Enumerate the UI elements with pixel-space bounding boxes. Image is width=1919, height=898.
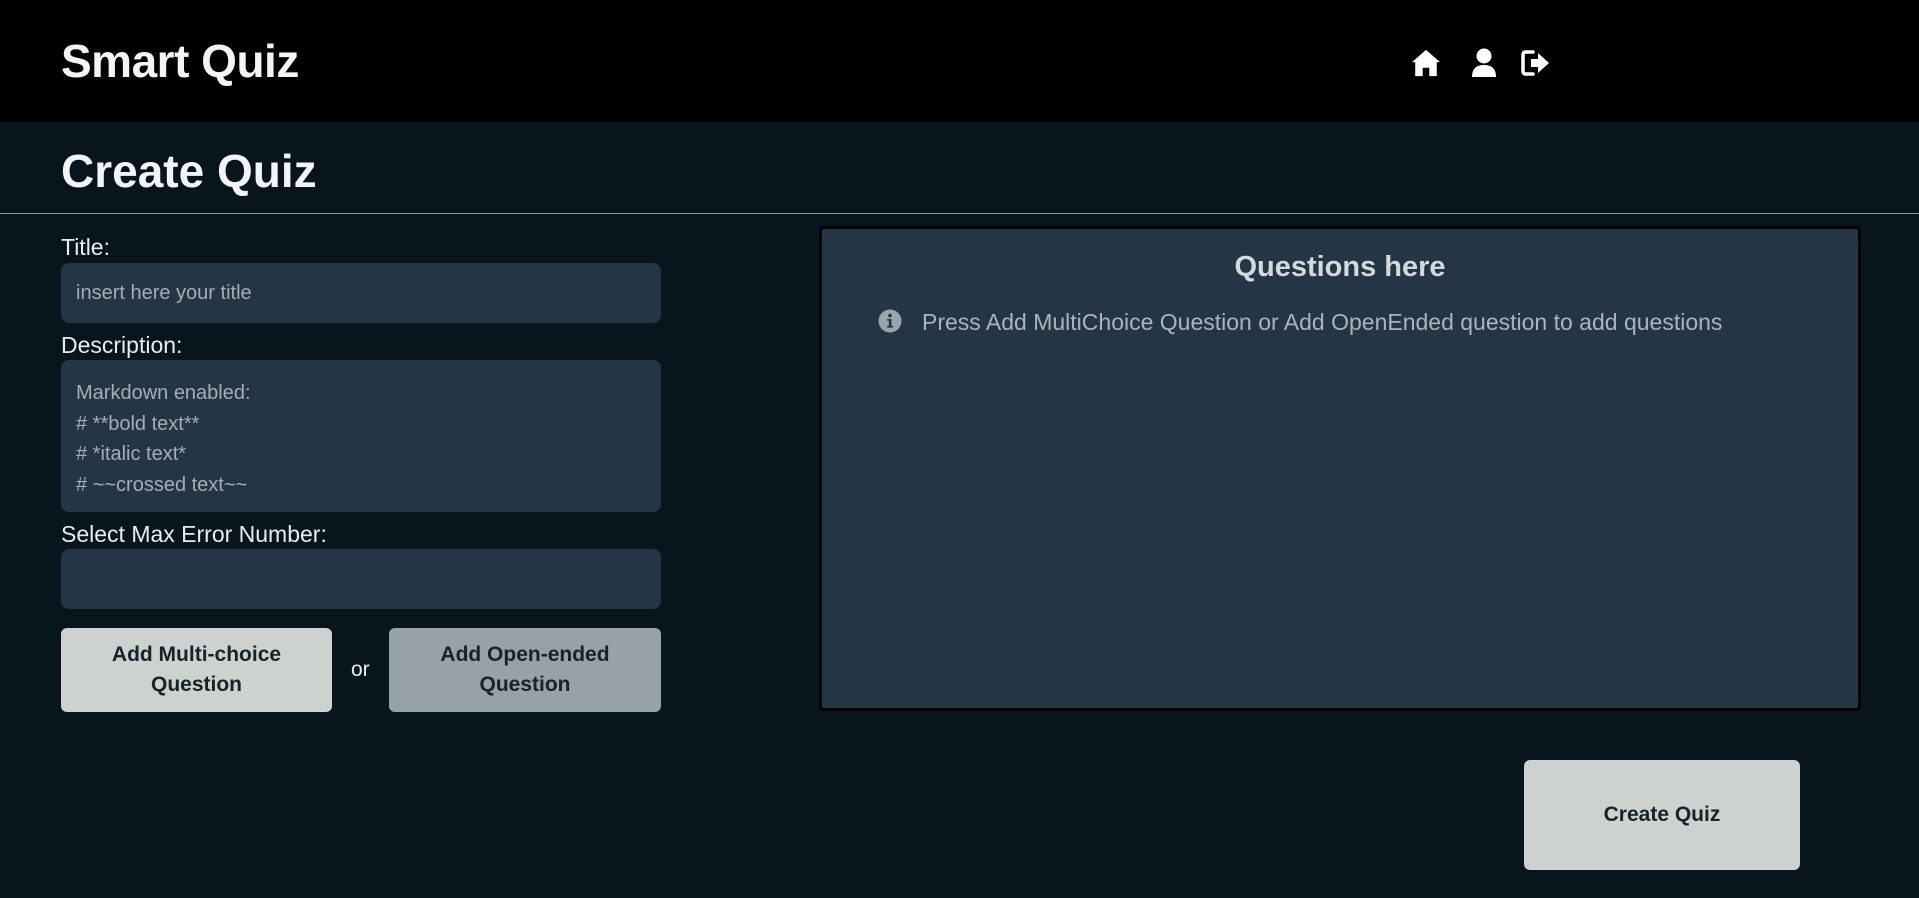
brand-logo-text[interactable]: Smart Quiz: [61, 34, 299, 88]
description-textarea[interactable]: [61, 360, 661, 512]
or-separator: or: [351, 658, 370, 681]
description-label: Description:: [61, 332, 183, 358]
title-input[interactable]: [61, 263, 661, 323]
logout-icon[interactable]: [1521, 48, 1551, 78]
title-label: Title:: [61, 234, 110, 260]
info-circle-icon-graphic: [878, 309, 902, 333]
max-error-input[interactable]: [61, 549, 661, 609]
questions-panel-title: Questions here: [1234, 251, 1446, 283]
create-quiz-button[interactable]: Create Quiz: [1524, 760, 1800, 870]
questions-empty-info-text: Press Add MultiChoice Question or Add Op…: [922, 309, 1723, 335]
home-icon-graphic: [1411, 49, 1441, 77]
page-header: Create Quiz: [0, 122, 1919, 214]
user-icon-graphic: [1472, 48, 1496, 77]
navbar: Smart Quiz: [0, 0, 1919, 122]
add-openended-question-button[interactable]: Add Open-ended Question: [389, 628, 661, 712]
user-icon[interactable]: [1469, 48, 1499, 78]
questions-panel: Questions here Press Add MultiChoice Que…: [819, 226, 1861, 711]
page-title: Create Quiz: [61, 145, 317, 197]
info-circle-icon: [878, 309, 902, 333]
home-icon[interactable]: [1411, 48, 1443, 78]
max-error-label: Select Max Error Number:: [61, 521, 327, 547]
logout-icon-graphic: [1521, 50, 1549, 76]
add-multichoice-question-button[interactable]: Add Multi-choice Question: [61, 628, 332, 712]
